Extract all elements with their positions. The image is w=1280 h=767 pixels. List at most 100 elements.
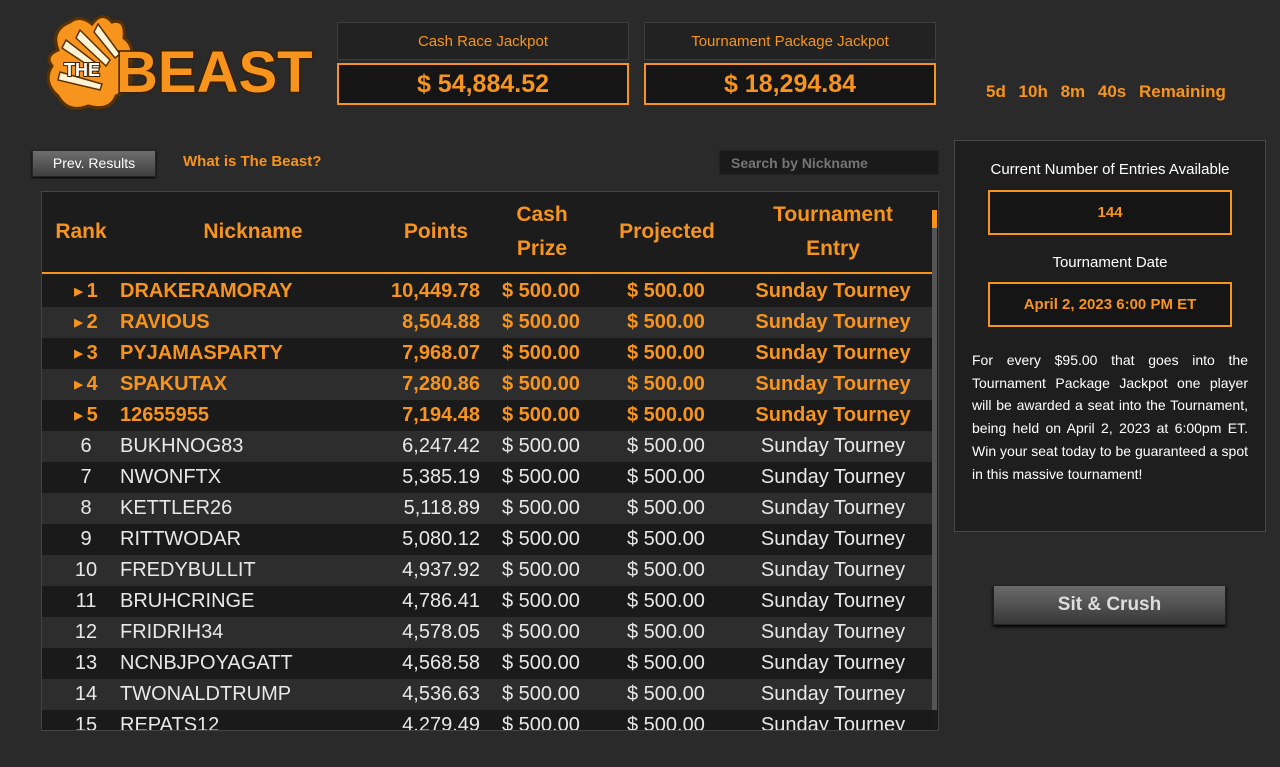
header-points[interactable]: Points (386, 192, 486, 272)
cash-prize-cell: $ 500.00 (502, 342, 580, 364)
projected-cell: $ 500.00 (627, 435, 705, 457)
sit-and-crush-button[interactable]: Sit & Crush (993, 585, 1226, 625)
table-row[interactable]: 11 BRUHCRINGE 4,786.41 $ 500.00 $ 500.00 Sund… (42, 586, 933, 617)
rank-value: 8 (80, 497, 92, 519)
header-cash-prize[interactable]: Cash Prize (494, 192, 590, 272)
projected-cell: $ 500.00 (627, 497, 705, 519)
table-row[interactable]: ▶ 2 RAVIOUS 8,504.88 $ 500.00 $ 500.00 Sunday … (42, 307, 933, 338)
caret-right-icon: ▶ (74, 317, 83, 329)
rank-cell: ▶ 3 (52, 338, 120, 369)
tournament-date-label: Tournament Date (1052, 254, 1168, 271)
nickname-cell: REPATS12 (120, 714, 220, 731)
nickname-cell: NCNBJPOYAGATT (120, 652, 293, 674)
rank-cell: 11 (52, 586, 120, 617)
leaderboard-scrollbar[interactable] (932, 210, 937, 710)
cash-prize-cell: $ 500.00 (502, 466, 580, 488)
projected-cell: $ 500.00 (627, 590, 705, 612)
points-cell: 5,385.19 (402, 466, 480, 488)
points-cell: 4,536.63 (402, 683, 480, 705)
points-cell: 5,118.89 (403, 497, 480, 519)
cash-prize-cell: $ 500.00 (502, 528, 580, 550)
table-row[interactable]: 13 NCNBJPOYAGATT 4,568.58 $ 500.00 $ 500.00 S… (42, 648, 933, 679)
header-rank[interactable]: Rank (42, 192, 120, 272)
caret-right-icon: ▶ (74, 379, 83, 391)
rank-value: 6 (80, 435, 92, 457)
cash-prize-cell: $ 500.00 (502, 683, 580, 705)
tournament-entry-cell: Sunday Tourney (760, 435, 906, 457)
rank-cell: 12 (52, 617, 120, 648)
rank-value: 1 (86, 280, 98, 302)
projected-cell: $ 500.00 (627, 528, 705, 550)
table-row[interactable]: 7 NWONFTX 5,385.19 $ 500.00 $ 500.00 Sunday T… (42, 462, 933, 493)
nickname-cell: NWONFTX (120, 466, 222, 488)
points-cell: 4,786.41 (402, 590, 480, 612)
nickname-cell: TWONALDTRUMP (120, 683, 292, 705)
header-tournament-entry[interactable]: Tournament Entry (742, 192, 924, 272)
header-points-label: Points (403, 220, 469, 243)
leaderboard-scrollbar-thumb[interactable] (932, 210, 937, 228)
projected-cell: $ 500.00 (627, 652, 705, 674)
nickname-cell: PYJAMASPARTY (120, 342, 283, 364)
table-row[interactable]: 12 FRIDRIH34 4,578.05 $ 500.00 $ 500.00 Sunda… (42, 617, 933, 648)
prev-results-button[interactable]: Prev. Results (32, 150, 156, 177)
tournament-entry-cell: Sunday Tourney (760, 652, 906, 674)
table-row[interactable]: 10 FREDYBULLIT 4,937.92 $ 500.00 $ 500.00 Sun… (42, 555, 933, 586)
search-nickname-input[interactable] (719, 150, 939, 175)
table-row[interactable]: ▶ 4 SPAKUTAX 7,280.86 $ 500.00 $ 500.00 Sunday… (42, 369, 933, 400)
header-cash-prize-line-2: Prize (516, 237, 568, 260)
tournament-entry-cell: Sunday Tourney (760, 528, 906, 550)
cash-prize-cell: $ 500.00 (502, 373, 580, 395)
table-row[interactable]: ▶ 1 DRAKERAMORAY 10,449.78 $ 500.00 $ 500.00 S… (42, 276, 933, 307)
caret-right-icon: ▶ (74, 410, 83, 422)
svg-text:THE: THE (64, 60, 100, 80)
rank-cell: ▶ 1 (52, 276, 120, 307)
rank-value: 11 (75, 590, 97, 612)
table-row[interactable]: 6 BUKHNOG83 6,247.42 $ 500.00 $ 500.00 Sunday… (42, 431, 933, 462)
projected-cell: $ 500.00 (627, 342, 705, 364)
rank-value: 4 (86, 373, 98, 395)
table-row[interactable]: ▶ 5 12655955 7,194.48 $ 500.00 $ 500.00 Sunday… (42, 400, 933, 431)
caret-right-icon: ▶ (74, 348, 83, 360)
tournament-date-value: April 2, 2023 6:00 PM ET (988, 282, 1232, 327)
table-row[interactable]: ▶ 3 PYJAMASPARTY 7,968.07 $ 500.00 $ 500.00 Su… (42, 338, 933, 369)
nickname-cell: FREDYBULLIT (120, 559, 256, 581)
points-cell: 7,968.07 (402, 342, 480, 364)
points-cell: 4,578.05 (402, 621, 480, 643)
cash-prize-cell: $ 500.00 (502, 714, 580, 731)
entries-available-label: Current Number of Entries Available (990, 161, 1230, 178)
header-nickname[interactable]: Nickname (120, 192, 386, 272)
what-is-the-beast-link[interactable]: What is The Beast? (183, 153, 321, 170)
rank-cell: ▶ 2 (52, 307, 120, 338)
rank-value: 12 (74, 621, 98, 643)
cash-prize-cell: $ 500.00 (502, 621, 580, 643)
beast-claw-logo-icon: BEAST THE (46, 15, 314, 110)
cash-prize-cell: $ 500.00 (502, 311, 580, 333)
points-cell: 4,937.92 (402, 559, 480, 581)
rank-value: 7 (80, 466, 92, 488)
cash-race-jackpot: Cash Race Jackpot $ 54,884.52 (337, 22, 629, 105)
header-projected[interactable]: Projected (610, 192, 724, 272)
tournament-entry-cell: Sunday Tourney (760, 683, 906, 705)
leaderboard-table: Rank Nickname Points Cash Prize Projected… (41, 191, 939, 731)
the-beast-logo[interactable]: BEAST THE (40, 10, 320, 118)
rank-cell: 15 (52, 710, 120, 730)
tournament-entry-cell: Sunday Tourney (760, 497, 906, 519)
projected-cell: $ 500.00 (627, 404, 705, 426)
table-row[interactable]: 15 REPATS12 4,279.49 $ 500.00 $ 500.00 Sunday… (42, 710, 933, 731)
rank-cell: 8 (52, 493, 120, 524)
nickname-cell: KETTLER26 (120, 497, 233, 519)
nickname-cell: DRAKERAMORAY (120, 280, 293, 302)
header-cash-prize-line-1: Cash (516, 203, 568, 226)
nickname-cell: FRIDRIH34 (120, 621, 224, 643)
cash-prize-cell: $ 500.00 (502, 435, 580, 457)
table-row[interactable]: 9 RITTWODAR 5,080.12 $ 500.00 $ 500.00 Sunday… (42, 524, 933, 555)
table-row[interactable]: 14 TWONALDTRUMP 4,536.63 $ 500.00 $ 500.00 Su… (42, 679, 933, 710)
header-tournament-entry-line-2: Entry (806, 237, 860, 260)
cash-prize-cell: $ 500.00 (502, 652, 580, 674)
caret-right-icon: ▶ (74, 286, 83, 298)
rank-cell: 10 (52, 555, 120, 586)
tournament-entry-cell: Sunday Tourney (755, 342, 911, 364)
table-row[interactable]: 8 KETTLER26 5,118.89 $ 500.00 $ 500.00 Sunday… (42, 493, 933, 524)
points-cell: 4,568.58 (402, 652, 480, 674)
rank-value: 5 (86, 404, 98, 426)
